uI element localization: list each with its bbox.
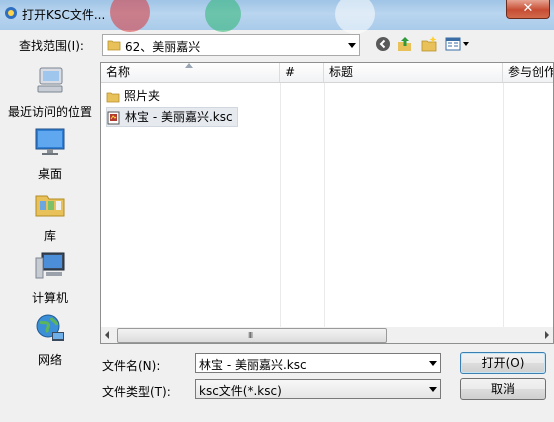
- filename-field[interactable]: 林宝 - 美丽嘉兴.ksc: [195, 353, 441, 373]
- filetype-select[interactable]: ksc文件(*.ksc): [195, 379, 441, 399]
- column-divider: [280, 83, 281, 327]
- horizontal-scrollbar[interactable]: III: [101, 327, 553, 343]
- chevron-down-icon[interactable]: [429, 361, 437, 366]
- app-icon: [5, 7, 17, 19]
- chevron-down-icon: [429, 387, 437, 392]
- libraries-icon: [35, 195, 65, 217]
- place-network[interactable]: 网络: [4, 312, 96, 368]
- recent-places-icon: [37, 67, 63, 93]
- place-libraries[interactable]: 库: [4, 188, 96, 244]
- place-recent[interactable]: 最近访问的位置: [4, 64, 96, 120]
- list-item[interactable]: 照片夹: [106, 87, 160, 105]
- computer-icon: [35, 252, 65, 279]
- up-folder-icon[interactable]: [397, 36, 413, 52]
- background-decoration: [335, 0, 375, 34]
- scroll-right-icon[interactable]: [545, 331, 549, 339]
- window-title: 打开KSC文件...: [22, 8, 106, 22]
- column-divider: [324, 83, 325, 327]
- column-divider: [503, 83, 504, 327]
- open-button[interactable]: 打开(O): [460, 352, 546, 374]
- column-number[interactable]: #: [280, 63, 324, 82]
- new-folder-icon[interactable]: [421, 36, 437, 52]
- lookin-combo[interactable]: 62、美丽嘉兴: [102, 34, 360, 56]
- column-contributors[interactable]: 参与创作: [503, 63, 553, 82]
- chevron-down-icon: [348, 43, 356, 48]
- places-bar: 最近访问的位置 桌面 库 计算机 网络: [4, 58, 96, 414]
- cancel-button[interactable]: 取消: [460, 378, 546, 400]
- folder-icon: [106, 92, 120, 102]
- list-item-selected[interactable]: 林宝 - 美丽嘉兴.ksc: [106, 107, 238, 127]
- network-icon: [36, 314, 64, 341]
- filetype-label: 文件类型(T):: [102, 385, 171, 399]
- lookin-value: 62、美丽嘉兴: [125, 40, 201, 54]
- filename-label: 文件名(N):: [102, 359, 161, 373]
- back-icon[interactable]: [375, 36, 391, 52]
- ksc-file-icon: [107, 111, 120, 124]
- desktop-icon: [35, 128, 65, 155]
- file-list[interactable]: 名称 # 标题 参与创作 照片夹 林宝 - 美丽嘉兴.ksc III: [100, 62, 554, 344]
- background-decoration: [205, 0, 241, 32]
- scrollbar-thumb[interactable]: III: [117, 328, 387, 343]
- column-title[interactable]: 标题: [324, 63, 503, 82]
- title-bar: 打开KSC文件... ✕: [0, 0, 554, 34]
- lookin-label: 查找范围(I):: [19, 39, 84, 53]
- close-icon: ✕: [522, 1, 534, 16]
- close-button[interactable]: ✕: [506, 0, 550, 19]
- scroll-left-icon[interactable]: [105, 331, 109, 339]
- view-menu-icon[interactable]: [445, 36, 471, 52]
- folder-icon: [107, 40, 121, 51]
- place-computer[interactable]: 计算机: [4, 250, 96, 306]
- column-header: 名称 # 标题 参与创作: [101, 63, 553, 83]
- sort-ascending-icon: [185, 63, 193, 68]
- place-desktop[interactable]: 桌面: [4, 126, 96, 182]
- background-decoration: [110, 0, 150, 32]
